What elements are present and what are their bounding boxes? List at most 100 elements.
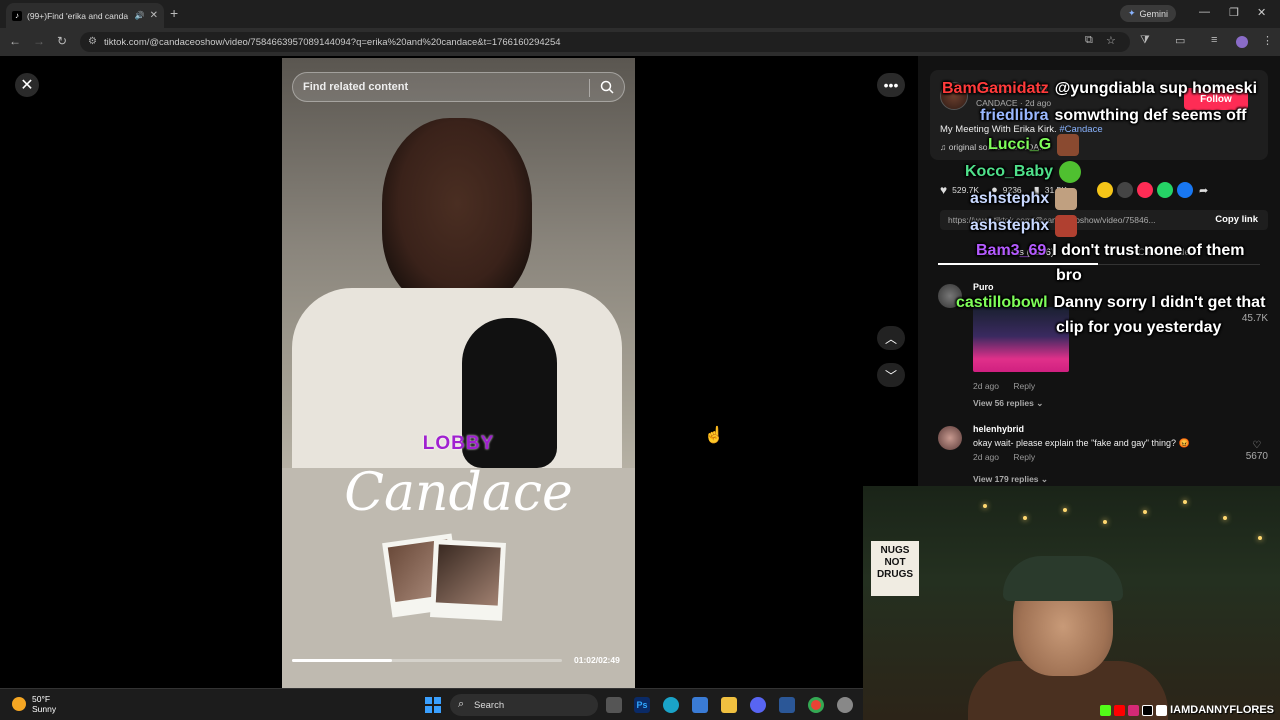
comment-age: 2d ago (973, 452, 999, 462)
sound-link[interactable]: ♫ original sound - CANDA... (940, 142, 1046, 152)
new-tab-icon[interactable]: + (170, 5, 178, 21)
restore-icon[interactable]: ❐ (1229, 6, 1239, 19)
string-light (983, 504, 987, 508)
related-search-box[interactable] (292, 72, 625, 102)
active-tab-indicator (938, 263, 1098, 265)
browser-tab[interactable]: ♪ (99+)Find 'erika and canda 🔊 ✕ (6, 3, 164, 28)
facebook-icon[interactable] (1176, 182, 1193, 198)
app-icon[interactable] (779, 697, 795, 713)
comment-meta: 2d ago Reply (973, 381, 1035, 391)
follow-button[interactable]: Follow (1184, 88, 1248, 110)
tiktok-favicon-icon: ♪ (12, 10, 22, 21)
view-replies-link[interactable]: View 56 replies ⌄ (973, 398, 1043, 409)
comment-like-count[interactable]: 45.7K (1242, 313, 1268, 324)
comment-meta: 2d ago Reply (973, 452, 1035, 462)
view-replies-label: View 179 replies (973, 474, 1039, 484)
speaker-icon[interactable]: 🔊 (135, 11, 145, 20)
comment-image[interactable] (973, 307, 1069, 372)
comments-count: 9236 (1002, 185, 1022, 195)
heart-icon[interactable]: ♡ (1246, 440, 1268, 451)
comment-avatar[interactable] (938, 426, 962, 450)
heart-icon[interactable]: ♥ (940, 183, 947, 197)
window-close-icon[interactable]: ✕ (1257, 6, 1266, 19)
search-icon[interactable] (600, 80, 614, 94)
task-view-icon[interactable] (606, 697, 622, 713)
bookmark-star-icon[interactable]: ☆ (1106, 34, 1116, 47)
tab-title: (99+)Find 'erika and canda (27, 10, 129, 21)
weather-widget[interactable]: 50°F Sunny (12, 694, 56, 714)
youtube-icon (1114, 704, 1126, 716)
save-stat[interactable]: ▮ 31.5K (1034, 184, 1067, 197)
related-search-input[interactable] (303, 81, 583, 93)
photoshop-icon[interactable]: Ps (634, 697, 650, 713)
reply-link[interactable]: Reply (1013, 381, 1035, 391)
comment-username[interactable]: helenhybrid (973, 424, 1024, 434)
sign-text: NOT (884, 557, 906, 568)
video-progress-fill (292, 659, 392, 662)
whatsapp-icon[interactable] (1156, 182, 1173, 198)
sidepanel-icon[interactable]: ▭ (1175, 34, 1185, 47)
menu-icon[interactable]: ⋮ (1262, 34, 1273, 47)
previous-video-icon[interactable]: ︿ (877, 326, 905, 350)
minimize-icon[interactable]: — (1199, 6, 1210, 18)
video-progress-bar[interactable] (292, 659, 562, 662)
tab-close-icon[interactable]: ✕ (150, 10, 158, 21)
reply-link[interactable]: Reply (1013, 452, 1035, 462)
comment-text: okay wait- please explain the "fake and … (973, 438, 1190, 448)
windows-start-icon[interactable] (425, 697, 441, 713)
embed-icon[interactable] (1116, 182, 1133, 198)
comment-stat[interactable]: ● 9236 (991, 184, 1022, 196)
media-icon[interactable]: ≡ (1211, 34, 1217, 46)
coin-icon[interactable] (1096, 182, 1113, 198)
temperature: 50°F (32, 694, 51, 704)
comment-age: 2d ago (973, 381, 999, 391)
app-icon[interactable] (837, 697, 853, 713)
taskbar-search[interactable]: ⌕ Search (450, 694, 598, 716)
engagement-stats: ♥ 529.7K ● 9236 ▮ 31.5K ➦ (940, 180, 1270, 200)
discord-icon[interactable] (750, 697, 766, 713)
likes-count: 529.7K (952, 185, 980, 195)
creator-avatar[interactable] (940, 82, 968, 110)
social-handles: IAMDANNYFLORES (1100, 704, 1274, 716)
creator-subline: CANDACE · 2d ago (976, 98, 1052, 108)
repost-icon[interactable] (1136, 182, 1153, 198)
store-icon[interactable] (692, 697, 708, 713)
string-light (1183, 500, 1187, 504)
address-bar[interactable]: ⚙ tiktok.com/@candaceoshow/video/7584663… (80, 32, 1130, 52)
chevron-down-icon: ⌄ (1036, 398, 1044, 408)
creator-username[interactable]: candaceoshow (976, 84, 1048, 95)
close-icon[interactable]: ✕ (15, 73, 39, 97)
reload-icon[interactable]: ↻ (57, 34, 67, 48)
forward-icon[interactable]: → (33, 34, 45, 48)
comment-icon[interactable]: ● (991, 184, 998, 196)
comment-like-count: 5670 (1245, 451, 1268, 462)
back-icon[interactable]: ← (9, 34, 21, 48)
more-icon[interactable]: ••• (877, 73, 905, 97)
next-video-icon[interactable]: ﹀ (877, 363, 905, 387)
sound-label: original sound - CANDA... (948, 142, 1047, 152)
comment-avatar[interactable] (938, 284, 962, 308)
sunny-icon (12, 697, 26, 711)
file-explorer-icon[interactable] (721, 697, 737, 713)
tab-creator-videos[interactable]: Creator videos (1138, 247, 1200, 258)
copy-link-button[interactable]: Copy link (1215, 214, 1258, 225)
like-stat[interactable]: ♥ 529.7K (940, 183, 979, 197)
install-app-icon[interactable]: ⧉ (1085, 34, 1093, 47)
site-info-icon[interactable]: ⚙ (88, 36, 97, 47)
video-player[interactable]: LOBBY Candace 01:02/02:49 (282, 58, 635, 688)
bookmark-icon[interactable]: ▮ (1034, 184, 1040, 197)
hashtag-link[interactable]: #Candace (1059, 124, 1102, 135)
string-light (1063, 508, 1067, 512)
profile-avatar-icon[interactable] (1236, 36, 1248, 48)
tab-comments[interactable]: Comments (9236) (978, 247, 1054, 258)
comment-like-button[interactable]: ♡ 5670 (1246, 440, 1268, 462)
comment-item: Puro 2d ago Reply View 56 replies ⌄ 45.7… (938, 282, 1268, 409)
chevron-down-icon: ⌄ (1040, 474, 1049, 484)
edge-icon[interactable] (663, 697, 679, 713)
comment-username[interactable]: Puro (973, 282, 994, 292)
chrome-icon[interactable] (808, 697, 824, 713)
gemini-button[interactable]: ✦ Gemini (1120, 5, 1177, 22)
share-icon[interactable]: ➦ (1199, 184, 1208, 197)
view-replies-link[interactable]: View 179 replies ⌄ (973, 474, 1048, 485)
extensions-icon[interactable]: ⧩ (1140, 34, 1150, 47)
